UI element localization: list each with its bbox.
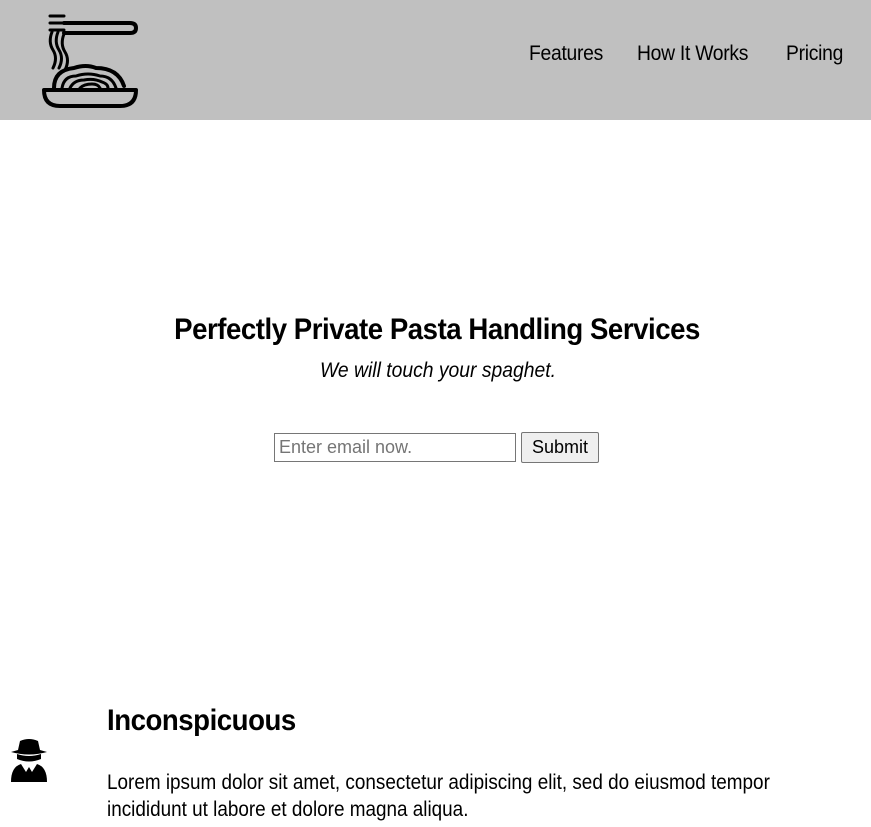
main-nav: Features How It Works Pricing [529,42,848,66]
email-input[interactable] [274,433,516,462]
email-signup-form: Submit [274,432,600,463]
page-header: Features How It Works Pricing [0,0,871,120]
submit-button[interactable]: Submit [521,432,600,463]
feature-description: Lorem ipsum dolor sit amet, consectetur … [107,771,770,821]
spy-icon [11,739,47,782]
feature-title: Inconspicuous [107,704,296,737]
nav-link-how-it-works[interactable]: How It Works [637,42,748,66]
nav-link-features[interactable]: Features [529,42,603,66]
spaghetti-plate-icon [42,14,138,108]
hero-title: Perfectly Private Pasta Handling Service… [174,313,700,346]
nav-link-pricing[interactable]: Pricing [786,42,843,66]
hero-subtitle: We will touch your spaghet. [320,359,556,382]
